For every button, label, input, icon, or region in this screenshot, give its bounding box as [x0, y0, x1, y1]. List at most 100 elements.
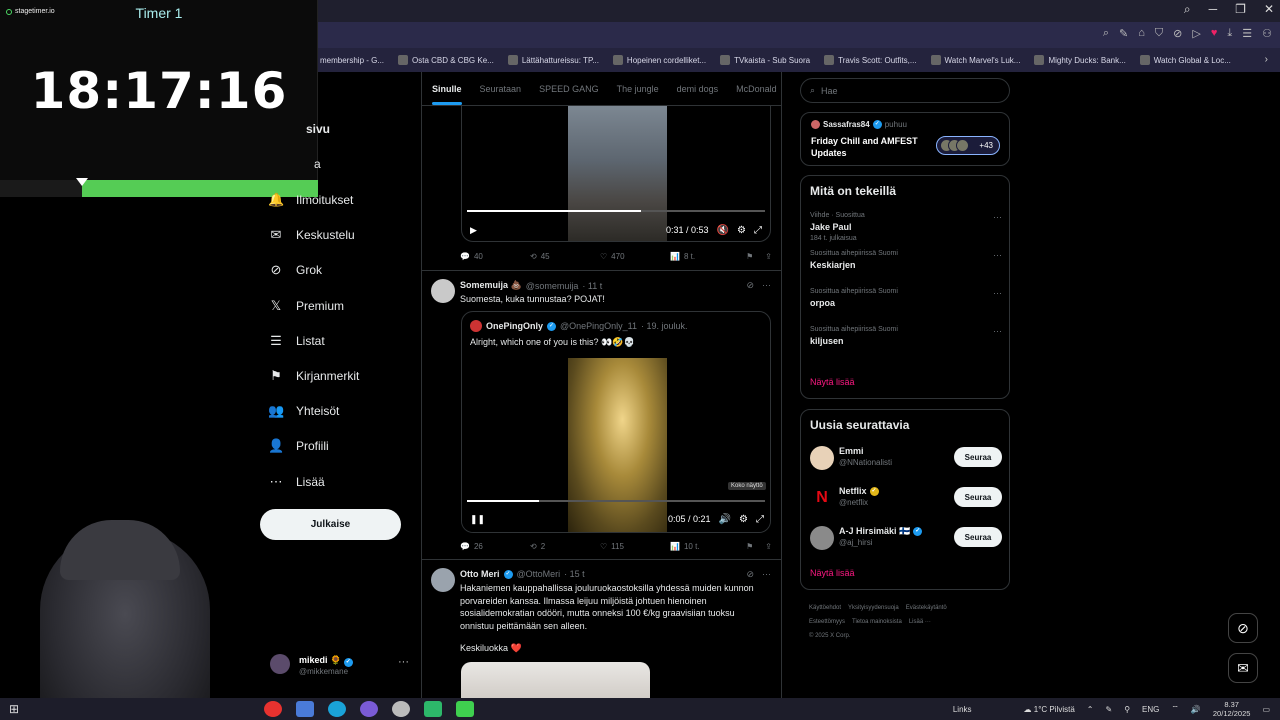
more-icon[interactable]: ···: [993, 288, 1002, 298]
menu-icon[interactable]: ☰: [1242, 27, 1252, 40]
footer-link[interactable]: Lisää ···: [909, 619, 931, 625]
nav-item-premium[interactable]: 𝕏 Premium: [268, 298, 344, 314]
bookmark-item[interactable]: Osta CBD & CBG Ke...: [398, 55, 494, 65]
opera-icon[interactable]: [264, 701, 282, 717]
trend-item[interactable]: Viihde · Suosittua Jake Paul 184 t. julkai…: [810, 212, 1002, 242]
trend-item[interactable]: Suosittua aihepiirissä Suomi kiljusen ···: [810, 326, 1002, 346]
vpn-icon[interactable]: ⊘: [1173, 27, 1182, 40]
footer-link[interactable]: Käyttöehdot: [809, 605, 841, 611]
app-icon[interactable]: [424, 701, 442, 717]
pause-icon[interactable]: ❚❚: [470, 514, 485, 525]
footer-link[interactable]: Esteettömyys: [809, 619, 845, 625]
chevron-up-icon[interactable]: ⌃: [1087, 705, 1094, 714]
nav-item-keskustelu[interactable]: ✉ Keskustelu: [268, 227, 355, 243]
tab-sinulle[interactable]: Sinulle: [432, 84, 462, 105]
more-icon[interactable]: ···: [993, 250, 1002, 260]
bookmark-item[interactable]: TVkaista - Sub Suora: [720, 55, 810, 65]
profile-icon[interactable]: ⚇: [1262, 27, 1272, 40]
nav-item-listat[interactable]: ☰ Listat: [268, 333, 325, 349]
clock[interactable]: 8.37 20/12/2025: [1213, 700, 1251, 718]
tab-speed-gang[interactable]: SPEED GANG: [539, 84, 599, 94]
tab-mcdonald[interactable]: McDonald: [736, 84, 777, 94]
like-button[interactable]: ♡ 470: [600, 252, 670, 261]
tab-seurataan[interactable]: Seurataan: [480, 84, 522, 94]
bookmark-item[interactable]: Mighty Ducks: Bank...: [1034, 55, 1126, 65]
follow-suggestion[interactable]: Emmi @NNationalisti Seuraa: [810, 444, 1002, 472]
streaming-app-icon[interactable]: [456, 701, 474, 717]
bookmark-item[interactable]: Travis Scott: Outfits,...: [824, 55, 917, 65]
share-icon[interactable]: ⇪: [765, 542, 772, 551]
edge-icon[interactable]: [328, 701, 346, 717]
close-icon[interactable]: ✕: [1264, 2, 1274, 17]
grok-icon[interactable]: ⊘: [746, 569, 754, 580]
author-name[interactable]: Otto Meri: [460, 569, 500, 579]
live-space-card[interactable]: Sassafras84 ✓ puhuu Friday Chill and AMF…: [800, 112, 1010, 166]
follow-suggestion[interactable]: N Netflix ✓ @netflix Seuraa: [810, 484, 1002, 512]
video-progress[interactable]: [467, 500, 765, 502]
post-image[interactable]: [461, 662, 650, 698]
nav-item-ilmoitukset[interactable]: 🔔 Ilmoitukset: [268, 192, 353, 208]
more-icon[interactable]: ···: [993, 212, 1002, 222]
bookmark-item[interactable]: Lättähattureissu: TP...: [507, 55, 599, 65]
settings-icon[interactable]: ⚙: [739, 514, 748, 525]
avatar[interactable]: [431, 279, 455, 303]
quoted-post[interactable]: OnePingOnly ✓ @OnePingOnly_11 · 19. joul…: [461, 311, 771, 533]
footer-link[interactable]: Tietoa mainoksista: [852, 619, 902, 625]
video-player[interactable]: Koko näyttö ❚❚ 0:05 / 0:21 🔊 ⚙ ⤢: [462, 358, 770, 532]
follow-button[interactable]: Seuraa: [954, 487, 1002, 507]
discord-icon[interactable]: [360, 701, 378, 717]
trend-item[interactable]: Suosittua aihepiirissä Suomi orpoa ···: [810, 288, 1002, 308]
download-icon[interactable]: ⤓: [1227, 27, 1232, 40]
nav-item-grok[interactable]: ⊘ Grok: [268, 262, 322, 278]
volume-icon[interactable]: 🔊: [1191, 705, 1201, 714]
play-icon[interactable]: ▶: [470, 225, 477, 236]
follow-button[interactable]: Seuraa: [954, 527, 1002, 547]
author-handle[interactable]: @OttoMeri: [517, 569, 561, 579]
nav-item-kirjanmerkit[interactable]: ⚑ Kirjanmerkit: [268, 368, 359, 384]
author-name[interactable]: Somemuija 💩: [460, 280, 522, 291]
more-icon[interactable]: ···: [398, 656, 409, 668]
views-button[interactable]: 📊 10 t.: [670, 542, 728, 551]
share-icon[interactable]: ⇪: [765, 252, 772, 261]
fullscreen-icon[interactable]: ⤢: [756, 514, 764, 525]
search-icon[interactable]: ⌕: [1184, 2, 1191, 17]
video-player[interactable]: ▶ 0:31 / 0:53 🔇 ⚙ ⤢: [461, 106, 771, 242]
mute-icon[interactable]: 🔇: [717, 225, 729, 236]
language-indicator[interactable]: ENG: [1142, 705, 1159, 714]
shield-icon[interactable]: ⛉: [1155, 27, 1163, 40]
footer-link[interactable]: © 2025 X Corp.: [809, 633, 850, 639]
bookmark-item[interactable]: Hopeinen cordelliket...: [612, 55, 706, 65]
show-more-link[interactable]: Näytä lisää: [810, 377, 855, 387]
follow-suggestion[interactable]: A-J Hirsimäki 🇫🇮 ✓ @aj_hirsi Seuraa: [810, 524, 1002, 552]
show-more-link[interactable]: Näytä lisää: [810, 568, 855, 578]
bookmark-item[interactable]: membership - G...: [320, 56, 384, 65]
tab-demi-dogs[interactable]: demi dogs: [677, 84, 719, 94]
views-button[interactable]: 📊 8 t.: [670, 252, 728, 261]
nav-item-lisää[interactable]: ⋯ Lisää: [268, 474, 325, 490]
nav-item-explore[interactable]: a: [314, 157, 321, 171]
video-progress[interactable]: [467, 210, 765, 212]
nav-item-home[interactable]: sivu: [306, 122, 330, 136]
bookmark-icon[interactable]: ⚑: [746, 252, 753, 261]
restore-icon[interactable]: ❐: [1235, 2, 1246, 17]
bookmark-item[interactable]: Watch Global & Loc...: [1139, 55, 1231, 65]
more-icon[interactable]: ···: [993, 326, 1002, 336]
nav-item-profiili[interactable]: 👤 Profiili: [268, 438, 329, 454]
search-input[interactable]: ⌕ Hae: [800, 78, 1010, 103]
camera-icon[interactable]: ⌂: [1138, 27, 1145, 40]
network-icon[interactable]: ⚲: [1124, 705, 1130, 714]
post-time[interactable]: · 11 t: [582, 281, 602, 291]
fullscreen-icon[interactable]: ⤢: [754, 225, 762, 236]
reply-button[interactable]: 💬 40: [460, 252, 530, 261]
pen-icon[interactable]: ✎: [1105, 705, 1112, 714]
footer-link[interactable]: Yksityisyydensuoja: [848, 605, 899, 611]
space-listeners[interactable]: +43: [936, 136, 1000, 155]
repost-button[interactable]: ⟲ 2: [530, 542, 600, 551]
post-time[interactable]: · 15 t: [564, 569, 585, 579]
messages-button[interactable]: ✉: [1228, 653, 1258, 683]
bookmark-item[interactable]: Watch Marvel's Luk...: [930, 55, 1020, 65]
weather-widget[interactable]: ☁ 1°C Pilvistä: [1024, 705, 1075, 714]
nav-item-yhteisöt[interactable]: 👥 Yhteisöt: [268, 403, 339, 419]
notification-icon[interactable]: ▭: [1262, 705, 1270, 714]
play-icon[interactable]: ▷: [1192, 27, 1200, 40]
